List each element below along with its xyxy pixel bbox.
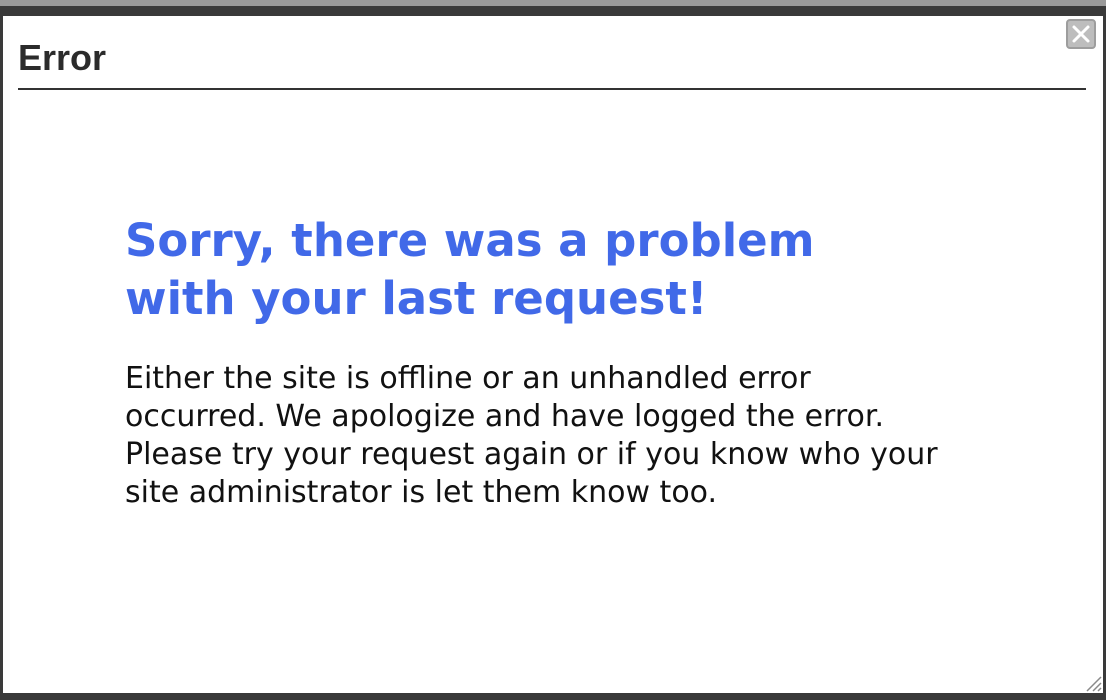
resize-grip-icon[interactable] — [1081, 671, 1103, 693]
dialog-title: Error — [18, 37, 107, 78]
dialog-header: Error — [18, 36, 1086, 90]
error-message: Either the site is offline or an unhandl… — [125, 361, 938, 510]
error-dialog: Error Sorry, there was a problem with yo… — [0, 6, 1106, 700]
close-icon — [1068, 21, 1094, 47]
close-button[interactable] — [1066, 19, 1096, 49]
dialog-content: Sorry, there was a problem with your las… — [125, 212, 975, 512]
error-heading: Sorry, there was a problem with your las… — [125, 214, 815, 325]
